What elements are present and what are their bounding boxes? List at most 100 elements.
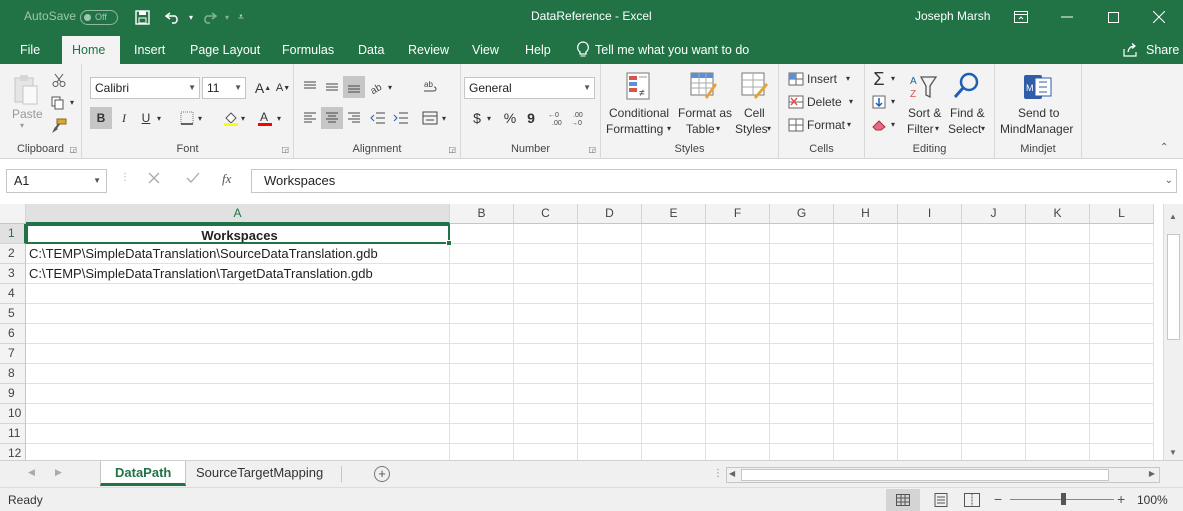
cell-f6[interactable] [706, 324, 770, 344]
cell-e10[interactable] [642, 404, 706, 424]
cell-g7[interactable] [770, 344, 834, 364]
cell-b8[interactable] [450, 364, 514, 384]
cell-l11[interactable] [1090, 424, 1154, 444]
cell-a1[interactable]: Workspaces [26, 224, 450, 244]
cell-d9[interactable] [578, 384, 642, 404]
cell-c5[interactable] [514, 304, 578, 324]
cell-d11[interactable] [578, 424, 642, 444]
cell-l1[interactable] [1090, 224, 1154, 244]
format-cells-icon[interactable] [785, 114, 807, 136]
cell-j4[interactable] [962, 284, 1026, 304]
cell-h5[interactable] [834, 304, 898, 324]
row-header-2[interactable]: 2 [0, 244, 26, 264]
page-break-view-icon[interactable] [964, 493, 980, 510]
paste-button[interactable]: Paste [12, 107, 43, 121]
cell-c7[interactable] [514, 344, 578, 364]
delete-dropdown-icon[interactable]: ▾ [849, 97, 853, 106]
row-header-9[interactable]: 9 [0, 384, 26, 404]
conditional-dropdown-icon[interactable]: ▾ [667, 124, 671, 133]
cell-b3[interactable] [450, 264, 514, 284]
cell-i12[interactable] [898, 444, 962, 460]
row-header-11[interactable]: 11 [0, 424, 26, 444]
decrease-decimal-icon[interactable]: .00 →0 [570, 107, 592, 129]
clear-dropdown-icon[interactable]: ▾ [891, 120, 895, 129]
cell-j5[interactable] [962, 304, 1026, 324]
copy-icon[interactable] [48, 92, 70, 114]
autosum-dropdown-icon[interactable]: ▾ [891, 74, 895, 83]
cell-c9[interactable] [514, 384, 578, 404]
cell-b12[interactable] [450, 444, 514, 460]
cell-h10[interactable] [834, 404, 898, 424]
cell-d8[interactable] [578, 364, 642, 384]
underline-dropdown-icon[interactable]: ▾ [157, 114, 161, 123]
cell-j12[interactable] [962, 444, 1026, 460]
cell-j8[interactable] [962, 364, 1026, 384]
cell-a9[interactable] [26, 384, 450, 404]
cell-f5[interactable] [706, 304, 770, 324]
autosum-icon[interactable]: Σ [868, 68, 890, 90]
align-right-icon[interactable] [343, 107, 365, 129]
cell-l10[interactable] [1090, 404, 1154, 424]
cell-h11[interactable] [834, 424, 898, 444]
cell-k6[interactable] [1026, 324, 1090, 344]
format-dropdown-icon[interactable]: ▾ [847, 120, 851, 129]
cell-d2[interactable] [578, 244, 642, 264]
cell-c8[interactable] [514, 364, 578, 384]
cell-a6[interactable] [26, 324, 450, 344]
tell-me-search[interactable]: Tell me what you want to do [585, 36, 759, 64]
cell-e12[interactable] [642, 444, 706, 460]
cell-b7[interactable] [450, 344, 514, 364]
cell-d6[interactable] [578, 324, 642, 344]
cell-h3[interactable] [834, 264, 898, 284]
row-header-4[interactable]: 4 [0, 284, 26, 304]
cell-f12[interactable] [706, 444, 770, 460]
formula-input[interactable]: Workspaces ⌄ [251, 169, 1177, 193]
column-header-l[interactable]: L [1090, 204, 1154, 224]
cell-g1[interactable] [770, 224, 834, 244]
row-header-3[interactable]: 3 [0, 264, 26, 284]
cell-styles-button[interactable]: Cell [744, 106, 765, 120]
cell-c12[interactable] [514, 444, 578, 460]
fill-color-dropdown-icon[interactable]: ▾ [241, 114, 245, 123]
cell-h2[interactable] [834, 244, 898, 264]
cell-f7[interactable] [706, 344, 770, 364]
increase-decimal-icon[interactable]: ←0.00 [547, 107, 569, 129]
cell-g11[interactable] [770, 424, 834, 444]
cell-a12[interactable] [26, 444, 450, 460]
column-header-k[interactable]: K [1026, 204, 1090, 224]
cell-e11[interactable] [642, 424, 706, 444]
cell-e6[interactable] [642, 324, 706, 344]
cell-e8[interactable] [642, 364, 706, 384]
normal-view-icon[interactable] [886, 489, 920, 511]
decrease-indent-icon[interactable] [367, 107, 389, 129]
cell-styles-dropdown-icon[interactable]: ▾ [767, 124, 771, 133]
cut-icon[interactable] [48, 69, 70, 91]
cell-f1[interactable] [706, 224, 770, 244]
cell-j11[interactable] [962, 424, 1026, 444]
borders-icon[interactable] [176, 107, 198, 129]
copy-dropdown-icon[interactable]: ▾ [70, 98, 74, 107]
zoom-in-icon[interactable]: + [1117, 491, 1125, 507]
select-all-corner[interactable] [0, 204, 26, 224]
save-icon[interactable] [131, 6, 153, 28]
cell-g3[interactable] [770, 264, 834, 284]
cell-k3[interactable] [1026, 264, 1090, 284]
scroll-sheets-right-icon[interactable]: ▶ [55, 467, 62, 478]
cell-c2[interactable] [514, 244, 578, 264]
sheet-tab-datapath[interactable]: DataPath [100, 461, 187, 486]
borders-dropdown-icon[interactable]: ▾ [198, 114, 202, 123]
cell-g12[interactable] [770, 444, 834, 460]
autosave-toggle[interactable]: Off [80, 10, 118, 25]
column-header-h[interactable]: H [834, 204, 898, 224]
cell-c1[interactable] [514, 224, 578, 244]
cell-e5[interactable] [642, 304, 706, 324]
customize-toolbar-icon[interactable]: ⩡ [230, 6, 252, 28]
cell-i4[interactable] [898, 284, 962, 304]
number-format-dropdown[interactable]: General ▼ [464, 77, 595, 99]
tab-review[interactable]: Review [398, 36, 459, 64]
cell-h1[interactable] [834, 224, 898, 244]
cell-k2[interactable] [1026, 244, 1090, 264]
cell-h4[interactable] [834, 284, 898, 304]
zoom-out-icon[interactable]: − [994, 491, 1002, 507]
clipboard-launcher-icon[interactable]: ◲ [69, 145, 77, 154]
